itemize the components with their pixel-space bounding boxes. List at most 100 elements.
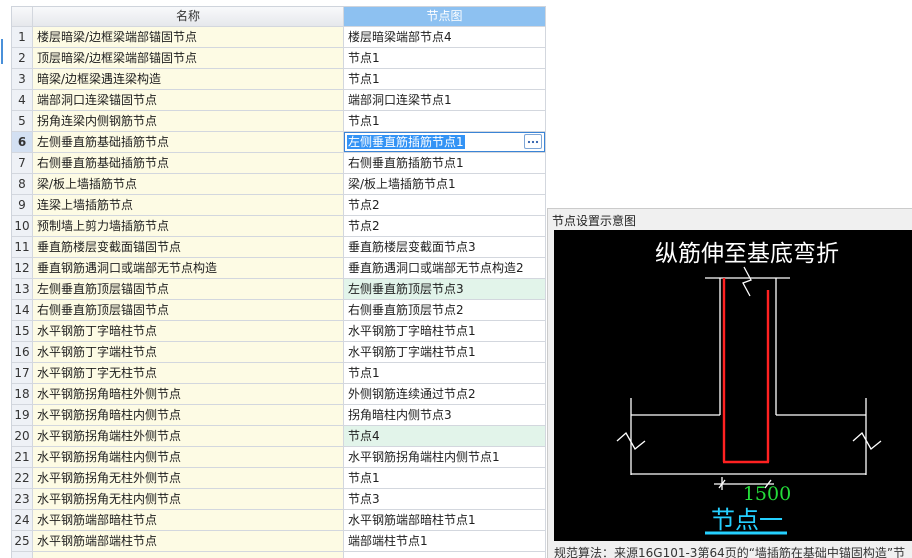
node-cell[interactable]: 水平钢筋丁字端柱节点1	[344, 342, 546, 363]
node-cell[interactable]: 节点2	[344, 195, 546, 216]
row-number[interactable]: 8	[12, 174, 33, 195]
row-number[interactable]: 12	[12, 258, 33, 279]
row-number[interactable]: 7	[12, 153, 33, 174]
row-number[interactable]: 6	[12, 132, 33, 153]
table-row[interactable]: 14 右侧垂直筋顶层锚固节点 右侧垂直筋顶层节点2	[12, 300, 546, 321]
row-number[interactable]: 2	[12, 48, 33, 69]
row-number[interactable]: 13	[12, 279, 33, 300]
column-header-node[interactable]: 节点图	[344, 7, 546, 27]
node-cell[interactable]: 垂直筋遇洞口或端部无节点构造2	[344, 258, 546, 279]
name-cell[interactable]: 水平钢筋丁字暗柱节点	[33, 321, 344, 342]
table-row[interactable]: 5 拐角连梁内侧钢筋节点 节点1	[12, 111, 546, 132]
name-cell[interactable]: 左侧垂直筋顶层锚固节点	[33, 279, 344, 300]
table-row[interactable]: 9 连梁上墙插筋节点 节点2	[12, 195, 546, 216]
row-number[interactable]: 4	[12, 90, 33, 111]
row-number[interactable]: 3	[12, 69, 33, 90]
table-row[interactable]: 15 水平钢筋丁字暗柱节点 水平钢筋丁字暗柱节点1	[12, 321, 546, 342]
table-row[interactable]: 20 水平钢筋拐角端柱外侧节点 节点4	[12, 426, 546, 447]
row-number[interactable]: 14	[12, 300, 33, 321]
node-cell[interactable]: 垂直筋楼层变截面节点3	[344, 237, 546, 258]
table-row[interactable]: 21 水平钢筋拐角端柱内侧节点 水平钢筋拐角端柱内侧节点1	[12, 447, 546, 468]
row-number[interactable]: 5	[12, 111, 33, 132]
name-cell[interactable]: 右侧垂直筋顶层锚固节点	[33, 300, 344, 321]
table-row-partial[interactable]	[12, 552, 546, 558]
row-number[interactable]: 17	[12, 363, 33, 384]
name-cell[interactable]: 顶层暗梁/边框梁端部锚固节点	[33, 48, 344, 69]
row-number[interactable]: 9	[12, 195, 33, 216]
name-cell[interactable]: 拐角连梁内侧钢筋节点	[33, 111, 344, 132]
table-row[interactable]: 17 水平钢筋丁字无柱节点 节点1	[12, 363, 546, 384]
row-number[interactable]: 25	[12, 531, 33, 552]
node-cell[interactable]: 节点2	[344, 216, 546, 237]
row-number[interactable]: 16	[12, 342, 33, 363]
table-row[interactable]: 6 左侧垂直筋基础插筋节点 左侧垂直筋插筋节点1	[12, 132, 546, 153]
node-cell-editor[interactable]: 左侧垂直筋插筋节点1	[344, 132, 546, 153]
row-number[interactable]: 15	[12, 321, 33, 342]
node-editor-text[interactable]: 左侧垂直筋插筋节点1	[347, 135, 465, 149]
row-number[interactable]: 21	[12, 447, 33, 468]
table-row[interactable]: 11 垂直筋楼层变截面锚固节点 垂直筋楼层变截面节点3	[12, 237, 546, 258]
table-row[interactable]: 10 预制墙上剪力墙插筋节点 节点2	[12, 216, 546, 237]
name-cell[interactable]: 水平钢筋丁字端柱节点	[33, 342, 344, 363]
node-cell[interactable]: 水平钢筋丁字暗柱节点1	[344, 321, 546, 342]
name-cell[interactable]: 暗梁/边框梁遇连梁构造	[33, 69, 344, 90]
name-cell[interactable]: 水平钢筋拐角暗柱外侧节点	[33, 384, 344, 405]
row-number[interactable]: 22	[12, 468, 33, 489]
node-cell[interactable]: 节点3	[344, 489, 546, 510]
node-cell[interactable]: 节点1	[344, 48, 546, 69]
node-cell[interactable]: 右侧垂直筋顶层节点2	[344, 300, 546, 321]
row-number[interactable]: 18	[12, 384, 33, 405]
node-cell[interactable]: 拐角暗柱内侧节点3	[344, 405, 546, 426]
table-row[interactable]: 1 楼层暗梁/边框梁端部锚固节点 楼层暗梁端部节点4	[12, 27, 546, 48]
row-number[interactable]: 20	[12, 426, 33, 447]
name-cell[interactable]: 水平钢筋拐角端柱内侧节点	[33, 447, 344, 468]
table-row[interactable]: 16 水平钢筋丁字端柱节点 水平钢筋丁字端柱节点1	[12, 342, 546, 363]
row-number[interactable]	[12, 552, 33, 558]
node-cell[interactable]: 端部洞口连梁节点1	[344, 90, 546, 111]
node-cell[interactable]: 节点1	[344, 111, 546, 132]
row-number[interactable]: 11	[12, 237, 33, 258]
row-number[interactable]: 23	[12, 489, 33, 510]
name-cell[interactable]: 右侧垂直筋基础插筋节点	[33, 153, 344, 174]
table-row[interactable]: 22 水平钢筋拐角无柱外侧节点 节点1	[12, 468, 546, 489]
name-cell[interactable]: 水平钢筋拐角暗柱内侧节点	[33, 405, 344, 426]
node-cell[interactable]	[344, 552, 546, 558]
node-cell[interactable]: 水平钢筋端部暗柱节点1	[344, 510, 546, 531]
browse-node-button[interactable]	[524, 134, 542, 149]
name-cell[interactable]: 水平钢筋丁字无柱节点	[33, 363, 344, 384]
corner-header-cell[interactable]	[12, 7, 33, 27]
node-cell[interactable]: 楼层暗梁端部节点4	[344, 27, 546, 48]
name-cell[interactable]: 水平钢筋端部端柱节点	[33, 531, 344, 552]
row-number[interactable]: 24	[12, 510, 33, 531]
name-cell[interactable]: 梁/板上墙插筋节点	[33, 174, 344, 195]
row-number[interactable]: 1	[12, 27, 33, 48]
name-cell[interactable]: 水平钢筋端部暗柱节点	[33, 510, 344, 531]
table-row[interactable]: 24 水平钢筋端部暗柱节点 水平钢筋端部暗柱节点1	[12, 510, 546, 531]
name-cell[interactable]: 楼层暗梁/边框梁端部锚固节点	[33, 27, 344, 48]
table-row[interactable]: 3 暗梁/边框梁遇连梁构造 节点1	[12, 69, 546, 90]
node-cell[interactable]: 节点1	[344, 363, 546, 384]
node-cell[interactable]: 节点4	[344, 426, 546, 447]
name-cell[interactable]: 连梁上墙插筋节点	[33, 195, 344, 216]
name-cell[interactable]: 水平钢筋拐角无柱外侧节点	[33, 468, 344, 489]
table-row[interactable]: 7 右侧垂直筋基础插筋节点 右侧垂直筋插筋节点1	[12, 153, 546, 174]
name-cell[interactable]: 垂直钢筋遇洞口或端部无节点构造	[33, 258, 344, 279]
node-cell[interactable]: 梁/板上墙插筋节点1	[344, 174, 546, 195]
column-header-name[interactable]: 名称	[33, 7, 344, 27]
row-number[interactable]: 19	[12, 405, 33, 426]
name-cell[interactable]: 水平钢筋拐角无柱内侧节点	[33, 489, 344, 510]
name-cell[interactable]: 预制墙上剪力墙插筋节点	[33, 216, 344, 237]
node-cell[interactable]: 右侧垂直筋插筋节点1	[344, 153, 546, 174]
table-row[interactable]: 12 垂直钢筋遇洞口或端部无节点构造 垂直筋遇洞口或端部无节点构造2	[12, 258, 546, 279]
name-cell[interactable]	[33, 552, 344, 558]
table-row[interactable]: 19 水平钢筋拐角暗柱内侧节点 拐角暗柱内侧节点3	[12, 405, 546, 426]
node-cell[interactable]: 端部端柱节点1	[344, 531, 546, 552]
node-cell[interactable]: 外侧钢筋连续通过节点2	[344, 384, 546, 405]
table-row[interactable]: 23 水平钢筋拐角无柱内侧节点 节点3	[12, 489, 546, 510]
row-number[interactable]: 10	[12, 216, 33, 237]
name-cell[interactable]: 水平钢筋拐角端柱外侧节点	[33, 426, 344, 447]
name-cell[interactable]: 端部洞口连梁锚固节点	[33, 90, 344, 111]
table-row[interactable]: 25 水平钢筋端部端柱节点 端部端柱节点1	[12, 531, 546, 552]
table-row[interactable]: 13 左侧垂直筋顶层锚固节点 左侧垂直筋顶层节点3	[12, 279, 546, 300]
node-cell[interactable]: 水平钢筋拐角端柱内侧节点1	[344, 447, 546, 468]
